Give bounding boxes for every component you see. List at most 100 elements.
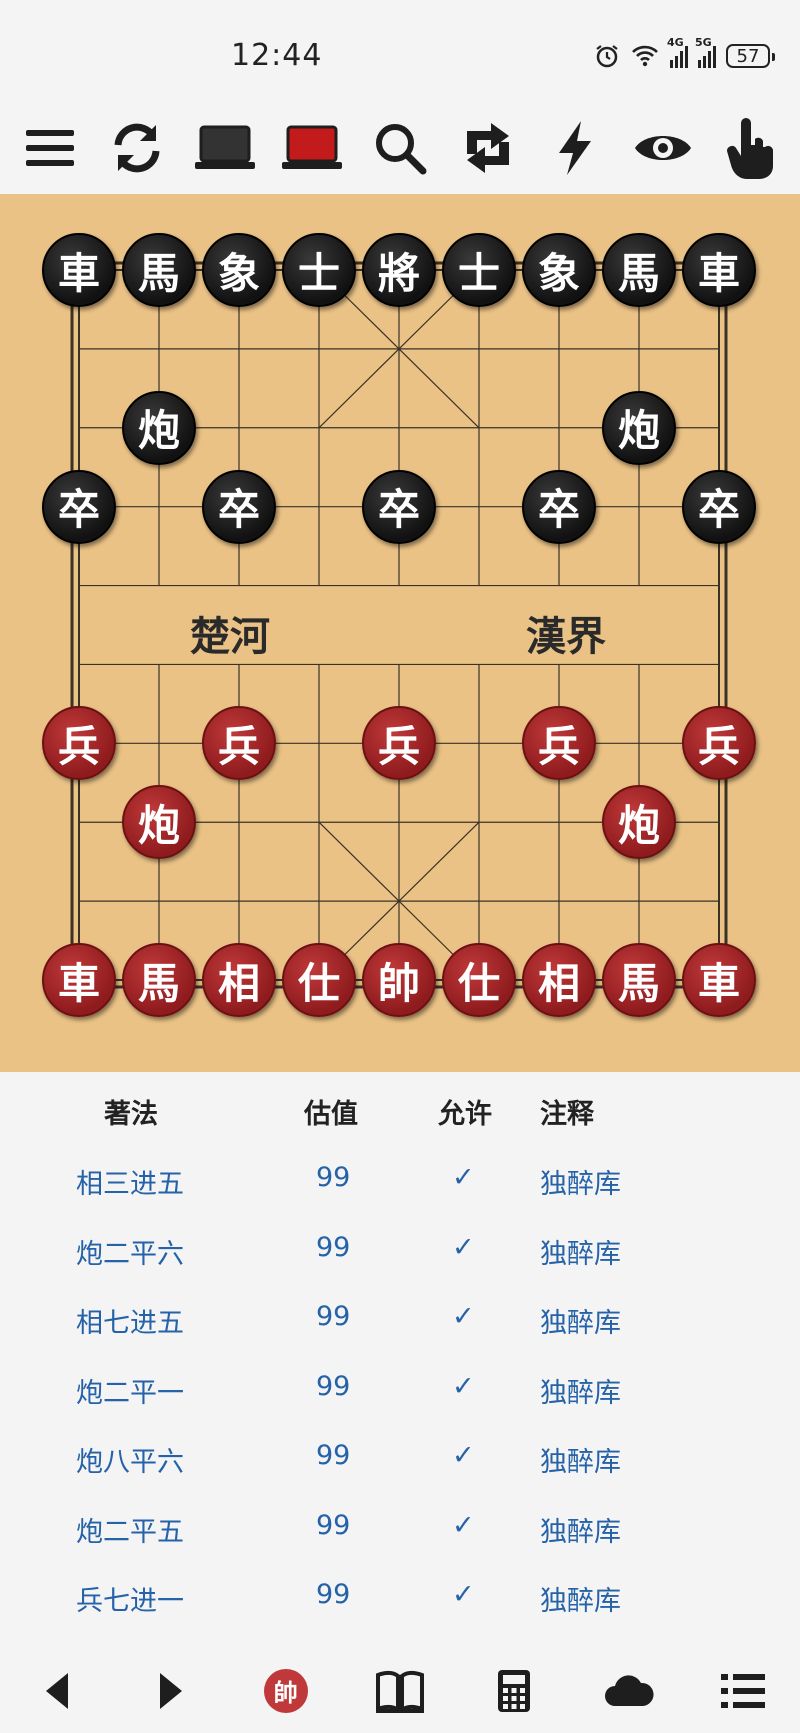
- red-piece[interactable]: 馬: [122, 943, 196, 1017]
- header-score: 估值: [304, 1099, 358, 1130]
- list-icon: [720, 1673, 765, 1708]
- black-piece[interactable]: 炮: [122, 390, 196, 465]
- black-piece[interactable]: 士: [442, 233, 516, 307]
- red-piece[interactable]: 炮: [122, 785, 196, 860]
- allowed-cell: ✓: [452, 1231, 475, 1263]
- board-mode-button[interactable]: 帥: [254, 1659, 318, 1723]
- refresh-icon: [114, 123, 160, 173]
- battery-level: 57: [736, 45, 760, 67]
- red-piece[interactable]: 兵: [522, 706, 596, 781]
- note-cell: 独醉库: [540, 1516, 621, 1548]
- score-cell: 99: [316, 1162, 351, 1193]
- red-piece[interactable]: 兵: [42, 706, 116, 781]
- board-grid: [70, 261, 728, 989]
- score-cell: 99: [316, 1440, 351, 1471]
- red-piece[interactable]: 車: [682, 943, 756, 1017]
- note-cell: 独醉库: [540, 1308, 621, 1339]
- status-icons: 4G 5G 57: [594, 36, 775, 72]
- status-bar: 12:44 4G 5G 57: [0, 0, 800, 110]
- opening-book-button[interactable]: [368, 1659, 432, 1723]
- note-cell: 独醉库: [540, 1238, 621, 1270]
- move-row[interactable]: 炮二平五 99 ✓ 独醉库: [0, 1510, 800, 1579]
- black-piece[interactable]: 象: [202, 233, 276, 307]
- red-piece[interactable]: 兵: [362, 706, 436, 781]
- next-button[interactable]: [139, 1659, 203, 1723]
- top-toolbar: [0, 108, 800, 188]
- move-row[interactable]: 相三进五 99 ✓ 独醉库: [0, 1162, 800, 1231]
- wifi-icon: [632, 45, 658, 67]
- red-engine-button[interactable]: [280, 116, 344, 180]
- clock: 12:44: [231, 38, 323, 73]
- network-type-label: 5G: [695, 36, 712, 49]
- refresh-button[interactable]: [105, 116, 169, 180]
- search-button[interactable]: [368, 116, 432, 180]
- black-engine-button[interactable]: [193, 116, 257, 180]
- score-cell: 99: [316, 1231, 351, 1263]
- red-piece[interactable]: 相: [522, 943, 596, 1017]
- quick-move-button[interactable]: [543, 116, 607, 180]
- score-cell: 99: [316, 1579, 351, 1610]
- cell-signal-1-icon: 4G: [667, 36, 688, 68]
- black-piece[interactable]: 炮: [602, 390, 676, 465]
- header-move: 著法: [104, 1099, 158, 1130]
- red-piece[interactable]: 仕: [442, 943, 516, 1017]
- move-row[interactable]: 炮八平六 99 ✓ 独醉库: [0, 1440, 800, 1509]
- previous-button[interactable]: [25, 1659, 89, 1723]
- menu-button[interactable]: [18, 116, 82, 180]
- black-piece[interactable]: 士: [282, 233, 356, 307]
- bottom-bar: 帥: [0, 1648, 800, 1733]
- view-button[interactable]: [631, 116, 695, 180]
- allowed-cell: ✓: [452, 1440, 475, 1471]
- red-piece[interactable]: 兵: [682, 706, 756, 781]
- black-piece[interactable]: 卒: [362, 469, 436, 544]
- cell-signal-2-icon: 5G: [695, 36, 716, 68]
- note-cell: 独醉库: [540, 1169, 621, 1200]
- move-cell: 炮二平六: [76, 1238, 184, 1270]
- red-piece[interactable]: 仕: [282, 943, 356, 1017]
- black-piece[interactable]: 馬: [122, 233, 196, 307]
- touch-mode-button[interactable]: [718, 116, 782, 180]
- black-piece[interactable]: 車: [42, 233, 116, 307]
- alarm-icon: [596, 45, 618, 68]
- xiangqi-board[interactable]: 楚河 漢界 車馬象士將士象馬車炮炮卒卒卒卒卒兵兵兵兵兵炮炮車馬相仕帥仕相馬車: [0, 194, 800, 1072]
- black-piece[interactable]: 卒: [202, 469, 276, 544]
- network-type-label: 4G: [667, 36, 684, 49]
- black-piece[interactable]: 將: [362, 233, 436, 307]
- battery-icon: 57: [726, 44, 775, 68]
- cloud-button[interactable]: [597, 1659, 661, 1723]
- black-piece[interactable]: 象: [522, 233, 596, 307]
- flash-icon: [559, 121, 592, 175]
- red-piece[interactable]: 車: [42, 943, 116, 1017]
- move-cell: 相三进五: [76, 1169, 184, 1200]
- triangle-right-icon: [160, 1672, 183, 1709]
- black-piece[interactable]: 卒: [522, 469, 596, 544]
- move-cell: 炮二平一: [76, 1377, 184, 1409]
- note-cell: 独醉库: [540, 1586, 621, 1617]
- red-piece[interactable]: 相: [202, 943, 276, 1017]
- red-piece[interactable]: 炮: [602, 785, 676, 860]
- black-piece[interactable]: 馬: [602, 233, 676, 307]
- move-cell: 炮八平六: [76, 1447, 184, 1478]
- river-label-chu: 楚河: [190, 613, 270, 660]
- move-cell: 相七进五: [76, 1308, 184, 1339]
- allowed-cell: ✓: [452, 1579, 475, 1610]
- flip-board-button[interactable]: [456, 116, 520, 180]
- move-row[interactable]: 相七进五 99 ✓ 独醉库: [0, 1301, 800, 1370]
- move-row[interactable]: 炮二平六 99 ✓ 独醉库: [0, 1232, 800, 1301]
- move-row[interactable]: 兵七进一 99 ✓ 独醉库: [0, 1579, 800, 1648]
- move-cell: 兵七进一: [76, 1586, 184, 1617]
- black-piece[interactable]: 卒: [682, 469, 756, 544]
- black-piece[interactable]: 車: [682, 233, 756, 307]
- move-cell: 炮二平五: [76, 1516, 184, 1548]
- red-piece[interactable]: 馬: [602, 943, 676, 1017]
- black-piece[interactable]: 卒: [42, 469, 116, 544]
- red-piece[interactable]: 帥: [362, 943, 436, 1017]
- triangle-left-icon: [46, 1672, 69, 1709]
- list-button[interactable]: [711, 1659, 775, 1723]
- red-laptop-icon: [282, 125, 343, 169]
- calculator-button[interactable]: [482, 1659, 546, 1723]
- move-row[interactable]: 炮二平一 99 ✓ 独醉库: [0, 1371, 800, 1440]
- calculator-icon: [498, 1669, 531, 1712]
- red-piece[interactable]: 兵: [202, 706, 276, 781]
- allowed-cell: ✓: [452, 1509, 475, 1541]
